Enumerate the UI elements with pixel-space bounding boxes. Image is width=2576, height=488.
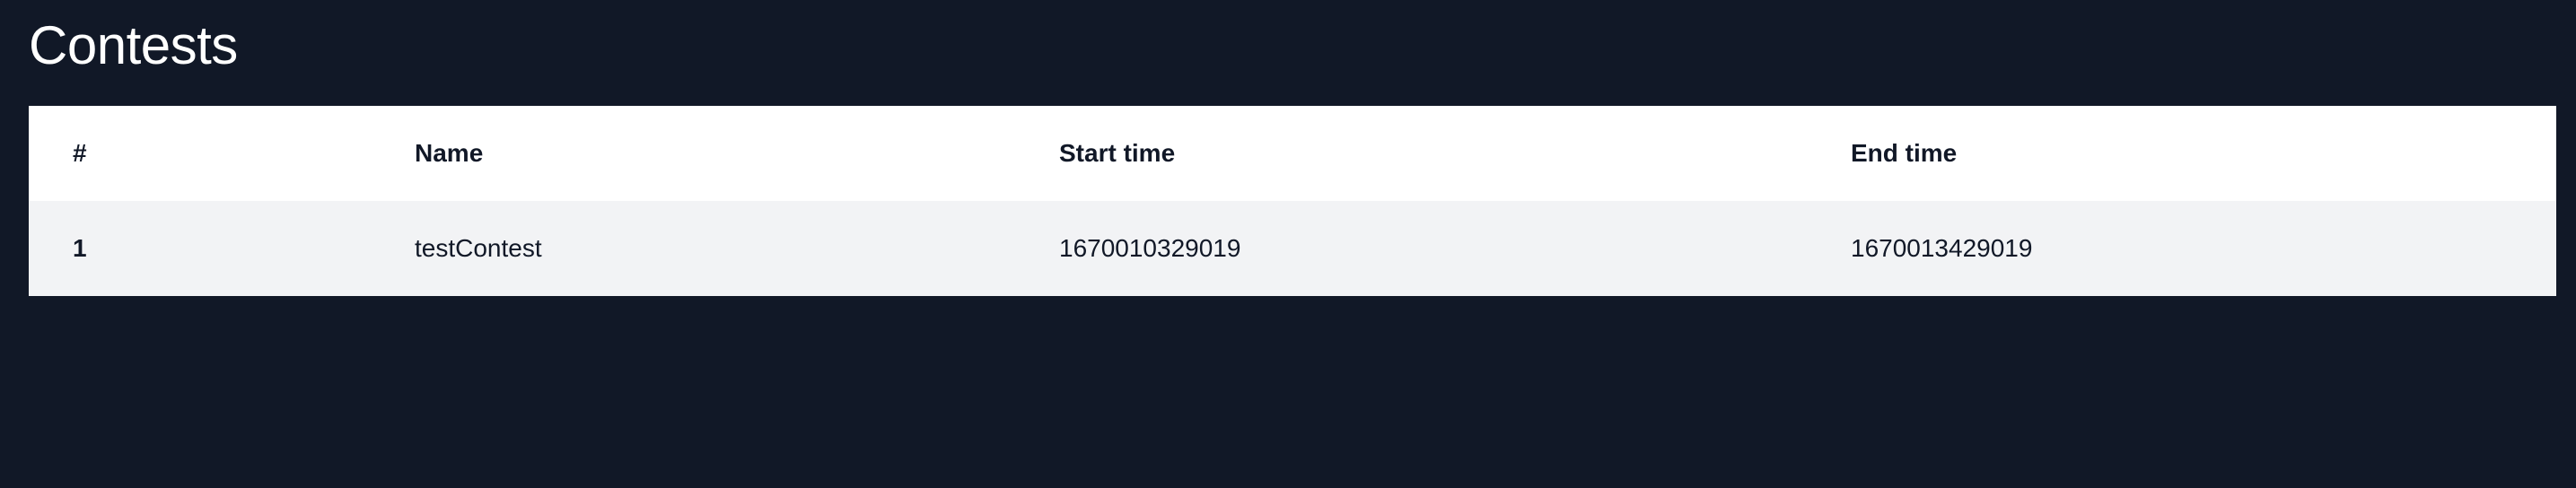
column-header-index: # xyxy=(73,139,87,167)
contests-table: # Name Start time End time 1 testContest… xyxy=(29,106,2556,296)
cell-end-time: 1670013429019 xyxy=(1851,234,2033,262)
cell-name: testContest xyxy=(415,234,542,262)
contests-table-container: # Name Start time End time 1 testContest… xyxy=(29,106,2556,296)
column-header-start-time: Start time xyxy=(1059,139,1176,167)
table-header-row: # Name Start time End time xyxy=(29,106,2556,201)
table-header: # Name Start time End time xyxy=(29,106,2556,201)
column-header-name: Name xyxy=(415,139,484,167)
contests-page: Contests # Name Start time End time 1 te… xyxy=(0,0,2576,488)
page-title: Contests xyxy=(29,15,238,75)
table-row[interactable]: 1 testContest 1670010329019 167001342901… xyxy=(29,201,2556,296)
cell-start-time: 1670010329019 xyxy=(1059,234,1241,262)
cell-index: 1 xyxy=(73,234,87,262)
column-header-end-time: End time xyxy=(1851,139,1958,167)
table-body: 1 testContest 1670010329019 167001342901… xyxy=(29,201,2556,296)
